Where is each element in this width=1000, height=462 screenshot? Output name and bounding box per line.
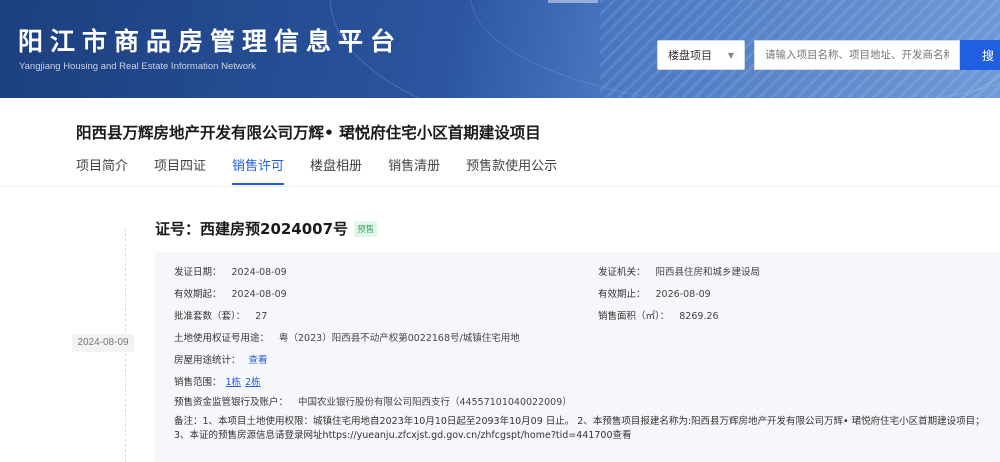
site-subtitle: Yangjiang Housing and Real Estate Inform…: [19, 61, 256, 72]
usage-stats-view-link[interactable]: 查看: [249, 355, 268, 366]
bank-label: 预售资金监管银行及账户：: [174, 397, 289, 408]
valid-to-label: 有效期止：: [598, 289, 646, 300]
valid-to-row: 有效期止： 2026-08-09: [598, 286, 711, 300]
usage-stats-row: 房屋用途统计： 查看: [174, 352, 268, 366]
bank-value: 中国农业银行股份有限公司阳西支行（44557101040022009）: [298, 397, 572, 408]
project-title: 阳西县万辉房地产开发有限公司万辉• 珺悦府住宅小区首期建设项目: [76, 124, 541, 142]
certificate-details: 发证日期： 2024-08-09 发证机关： 阳西县住房和城乡建设局 有效期起： 20…: [155, 252, 1000, 462]
search-bar: 楼盘项目 ▼ 搜: [657, 40, 1000, 70]
sales-scope-row: 销售范围： 1栋 2栋: [174, 374, 261, 388]
certificate-heading: 证号：西建房预2024007号 预售: [155, 218, 378, 239]
banner-decoration: [548, 0, 598, 3]
land-cert-label: 土地使用权证号用途：: [174, 333, 270, 344]
usage-stats-label: 房屋用途统计：: [174, 355, 241, 366]
site-title[interactable]: 阳江市商品房管理信息平台: [18, 22, 402, 58]
issue-date-label: 发证日期：: [174, 267, 222, 278]
tab-sales-permit[interactable]: 销售许可: [232, 157, 285, 185]
issue-date-row: 发证日期： 2024-08-09: [174, 264, 287, 278]
approved-units-label: 批准套数（套）：: [174, 311, 246, 322]
chevron-down-icon: ▼: [727, 50, 734, 60]
sales-area-value: 8269.26: [679, 311, 719, 322]
search-button[interactable]: 搜: [960, 40, 1000, 70]
tab-photo-album[interactable]: 楼盘相册: [310, 157, 362, 185]
approved-units-value: 27: [255, 311, 268, 322]
search-type-select[interactable]: 楼盘项目 ▼: [657, 40, 745, 70]
tab-intro[interactable]: 项目简介: [76, 157, 128, 185]
issue-date-value: 2024-08-09: [231, 267, 287, 278]
issuer-value: 阳西县住房和城乡建设局: [655, 267, 761, 278]
search-type-value: 楼盘项目: [668, 49, 712, 62]
remark-label: 备注：: [174, 416, 203, 427]
approved-units-row: 批准套数（套）： 27: [174, 308, 267, 322]
remark-text: 1、本项目土地使用权限：城镇住宅用地自2023年10月10日起至2093年10月…: [174, 416, 985, 441]
valid-from-label: 有效期起：: [174, 289, 222, 300]
issuer-label: 发证机关：: [598, 267, 646, 278]
sales-area-label: 销售面积（㎡）：: [598, 311, 670, 322]
certificate-number: 证号：西建房预2024007号: [155, 220, 349, 238]
land-cert-row: 土地使用权证号用途： 粤（2023）阳西县不动产权第0022168号/城镇住宅用地: [174, 330, 520, 344]
remark: 备注：1、本项目土地使用权限：城镇住宅用地自2023年10月10日起至2093年…: [174, 415, 989, 443]
header-banner: 阳江市商品房管理信息平台 Yangjiang Housing and Real …: [0, 0, 1000, 98]
valid-from-value: 2024-08-09: [231, 289, 287, 300]
sales-scope-label: 销售范围：: [174, 377, 222, 388]
tab-presale-funds[interactable]: 预售款使用公示: [466, 157, 557, 185]
issuer-row: 发证机关： 阳西县住房和城乡建设局: [598, 264, 760, 278]
timeline-date: 2024-08-09: [72, 334, 134, 352]
search-input[interactable]: [754, 40, 960, 70]
building-link-1[interactable]: 1栋: [226, 377, 242, 388]
building-link-2[interactable]: 2栋: [245, 377, 261, 388]
project-tabs: 项目简介 项目四证 销售许可 楼盘相册 销售清册 预售款使用公示: [76, 157, 583, 185]
valid-from-row: 有效期起： 2024-08-09: [174, 286, 287, 300]
valid-to-value: 2026-08-09: [655, 289, 711, 300]
tab-sales-list[interactable]: 销售清册: [388, 157, 440, 185]
land-cert-value: 粤（2023）阳西县不动产权第0022168号/城镇住宅用地: [279, 333, 520, 344]
status-badge: 预售: [354, 220, 378, 237]
tab-four-certificates[interactable]: 项目四证: [154, 157, 206, 185]
sales-area-row: 销售面积（㎡）： 8269.26: [598, 308, 719, 322]
bank-row: 预售资金监管银行及账户： 中国农业银行股份有限公司阳西支行（44557101040…: [174, 394, 572, 408]
tabs-divider: [0, 186, 1000, 187]
